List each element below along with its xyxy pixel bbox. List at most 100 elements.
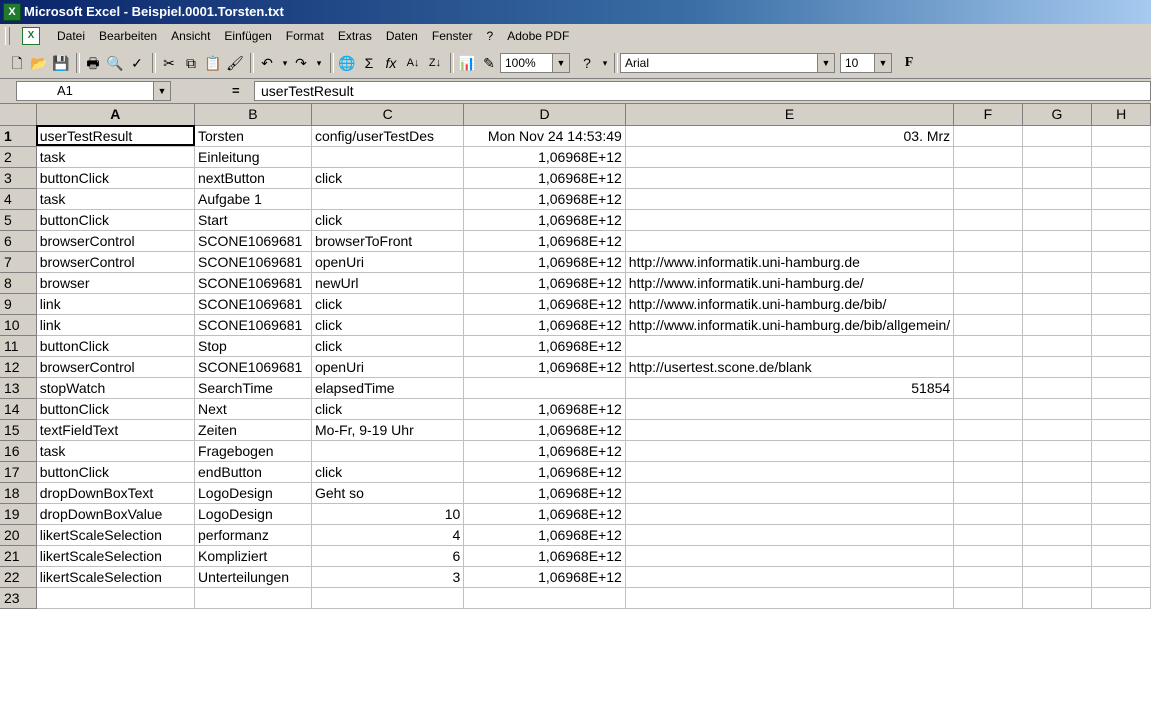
menu-item[interactable]: Bearbeiten (92, 24, 164, 48)
cell[interactable]: SCONE1069681 (194, 314, 312, 336)
menu-item[interactable]: Datei (50, 24, 92, 48)
cell[interactable] (1022, 440, 1093, 462)
cell[interactable] (953, 482, 1023, 504)
cell[interactable]: openUri (311, 251, 465, 273)
row-header[interactable]: 17 (0, 461, 37, 483)
font-size-select[interactable]: 10 ▼ (840, 53, 892, 73)
cell[interactable] (953, 440, 1023, 462)
cell[interactable]: buttonClick (36, 335, 196, 357)
cell[interactable]: Fragebogen (194, 440, 312, 462)
undo-icon[interactable]: ↶ (258, 54, 276, 72)
cell[interactable]: link (36, 314, 196, 336)
cell[interactable] (953, 125, 1023, 147)
cell[interactable]: nextButton (194, 167, 312, 189)
cell[interactable]: newUrl (311, 272, 465, 294)
cell[interactable] (625, 566, 955, 588)
cell[interactable] (1091, 545, 1151, 567)
row-header[interactable]: 22 (0, 566, 37, 588)
cell[interactable]: performanz (194, 524, 312, 546)
autosum-icon[interactable]: Σ (360, 54, 378, 72)
cell[interactable]: dropDownBoxText (36, 482, 196, 504)
cell[interactable] (1091, 314, 1151, 336)
cell[interactable] (953, 251, 1023, 273)
cell[interactable] (953, 419, 1023, 441)
cell[interactable]: SCONE1069681 (194, 356, 312, 378)
cell[interactable] (1091, 146, 1151, 168)
cell[interactable] (1091, 230, 1151, 252)
cell[interactable] (1022, 125, 1093, 147)
cell[interactable]: stopWatch (36, 377, 196, 399)
cell[interactable] (1022, 293, 1093, 315)
cell[interactable]: 51854 (625, 377, 955, 399)
cell[interactable]: 1,06968E+12 (463, 251, 626, 273)
cell[interactable] (953, 230, 1023, 252)
cell[interactable]: buttonClick (36, 461, 196, 483)
cell[interactable]: SCONE1069681 (194, 293, 312, 315)
cell[interactable] (1022, 209, 1093, 231)
cell[interactable] (953, 314, 1023, 336)
cell[interactable]: 1,06968E+12 (463, 524, 626, 546)
row-header[interactable]: 6 (0, 230, 37, 252)
cell[interactable]: 1,06968E+12 (463, 230, 626, 252)
row-header[interactable]: 18 (0, 482, 37, 504)
copy-icon[interactable]: ⧉ (182, 54, 200, 72)
menu-item[interactable]: Extras (331, 24, 379, 48)
cell[interactable]: http://www.informatik.uni-hamburg.de/bib… (625, 314, 955, 336)
cell[interactable] (953, 503, 1023, 525)
cell[interactable] (625, 587, 955, 609)
cell[interactable] (1022, 314, 1093, 336)
cell[interactable] (1091, 356, 1151, 378)
row-header[interactable]: 19 (0, 503, 37, 525)
menu-item[interactable]: Fenster (425, 24, 480, 48)
menu-item[interactable]: Ansicht (164, 24, 217, 48)
cell[interactable] (953, 461, 1023, 483)
cell[interactable]: 1,06968E+12 (463, 209, 626, 231)
cell[interactable]: http://www.informatik.uni-hamburg.de (625, 251, 955, 273)
cell[interactable]: elapsedTime (311, 377, 465, 399)
cell[interactable] (1091, 398, 1151, 420)
cell[interactable]: config/userTestDes (311, 125, 465, 147)
cell[interactable]: Zeiten (194, 419, 312, 441)
cell[interactable]: 1,06968E+12 (463, 503, 626, 525)
redo-icon[interactable]: ↷ (292, 54, 310, 72)
row-header[interactable]: 15 (0, 419, 37, 441)
cell[interactable]: browserControl (36, 251, 196, 273)
row-header[interactable]: 20 (0, 524, 37, 546)
save-icon[interactable]: 💾 (52, 54, 70, 72)
cell[interactable]: Einleitung (194, 146, 312, 168)
cell[interactable] (311, 587, 465, 609)
cell[interactable] (953, 398, 1023, 420)
cell[interactable]: Mo-Fr, 9-19 Uhr (311, 419, 465, 441)
row-header[interactable]: 23 (0, 587, 37, 609)
cell[interactable]: 6 (311, 545, 465, 567)
cell[interactable] (1091, 503, 1151, 525)
cell[interactable]: buttonClick (36, 209, 196, 231)
cell[interactable] (625, 419, 955, 441)
cell[interactable] (625, 188, 955, 210)
cell[interactable]: Aufgabe 1 (194, 188, 312, 210)
document-icon[interactable]: X (22, 27, 40, 45)
menu-item[interactable]: Einfügen (217, 24, 278, 48)
cell[interactable]: openUri (311, 356, 465, 378)
cell[interactable]: likertScaleSelection (36, 524, 196, 546)
cell[interactable] (1022, 251, 1093, 273)
cell[interactable] (1091, 566, 1151, 588)
cell[interactable] (625, 230, 955, 252)
hyperlink-icon[interactable]: 🌐 (338, 54, 356, 72)
cell[interactable] (1022, 377, 1093, 399)
print-icon[interactable]: 🖶 (84, 54, 102, 72)
cell[interactable]: 3 (311, 566, 465, 588)
cut-icon[interactable]: ✂ (160, 54, 178, 72)
cell[interactable]: click (311, 398, 465, 420)
name-box[interactable]: A1 ▼ (16, 81, 171, 101)
cell[interactable] (1091, 167, 1151, 189)
excel-icon[interactable]: X (3, 3, 21, 21)
cell[interactable]: Kompliziert (194, 545, 312, 567)
cell[interactable] (463, 587, 626, 609)
column-header[interactable]: G (1022, 104, 1093, 126)
cell[interactable]: Unterteilungen (194, 566, 312, 588)
cell[interactable] (953, 188, 1023, 210)
cell[interactable]: Start (194, 209, 312, 231)
cell[interactable] (625, 146, 955, 168)
spellcheck-icon[interactable]: ✓ (128, 54, 146, 72)
